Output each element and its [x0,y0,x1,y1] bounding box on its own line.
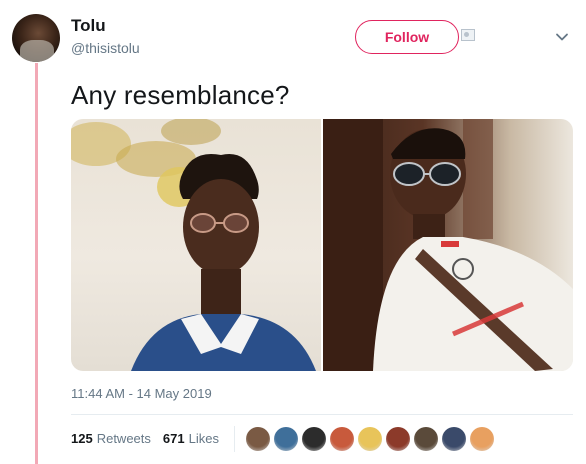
liker-avatar[interactable] [302,427,326,451]
likes-stat[interactable]: 671 Likes [163,431,219,446]
tweet-text: Any resemblance? [71,80,290,110]
avatar[interactable] [12,14,60,62]
liker-avatars [246,427,494,451]
divider [71,414,573,415]
follow-button[interactable]: Follow [355,20,459,54]
thread-line [35,63,38,464]
liker-avatar[interactable] [274,427,298,451]
chevron-down-icon[interactable] [555,30,569,44]
tweet-timestamp[interactable]: 11:44 AM - 14 May 2019 [71,386,212,401]
liker-avatar[interactable] [358,427,382,451]
photo-right[interactable] [323,119,573,371]
liker-avatar[interactable] [330,427,354,451]
retweets-count: 125 [71,431,93,446]
liker-avatar[interactable] [414,427,438,451]
retweets-label: Retweets [96,431,151,446]
media-grid[interactable] [71,119,573,371]
liker-avatar[interactable] [386,427,410,451]
tweet-stats: 125 Retweets 671 Likes [71,431,219,446]
user-name[interactable]: Tolu [71,16,106,36]
likes-label: Likes [188,431,219,446]
stats-divider [234,426,235,452]
liker-avatar[interactable] [442,427,466,451]
profile-card-icon[interactable] [461,29,475,41]
photo-right-image [323,119,573,371]
photo-left-image [71,119,316,371]
photo-left[interactable] [71,119,321,371]
likes-count: 671 [162,431,185,446]
liker-avatar[interactable] [470,427,494,451]
liker-avatar[interactable] [246,427,270,451]
retweets-stat[interactable]: 125 Retweets [71,431,151,446]
user-handle[interactable]: @thisistolu [71,40,140,56]
